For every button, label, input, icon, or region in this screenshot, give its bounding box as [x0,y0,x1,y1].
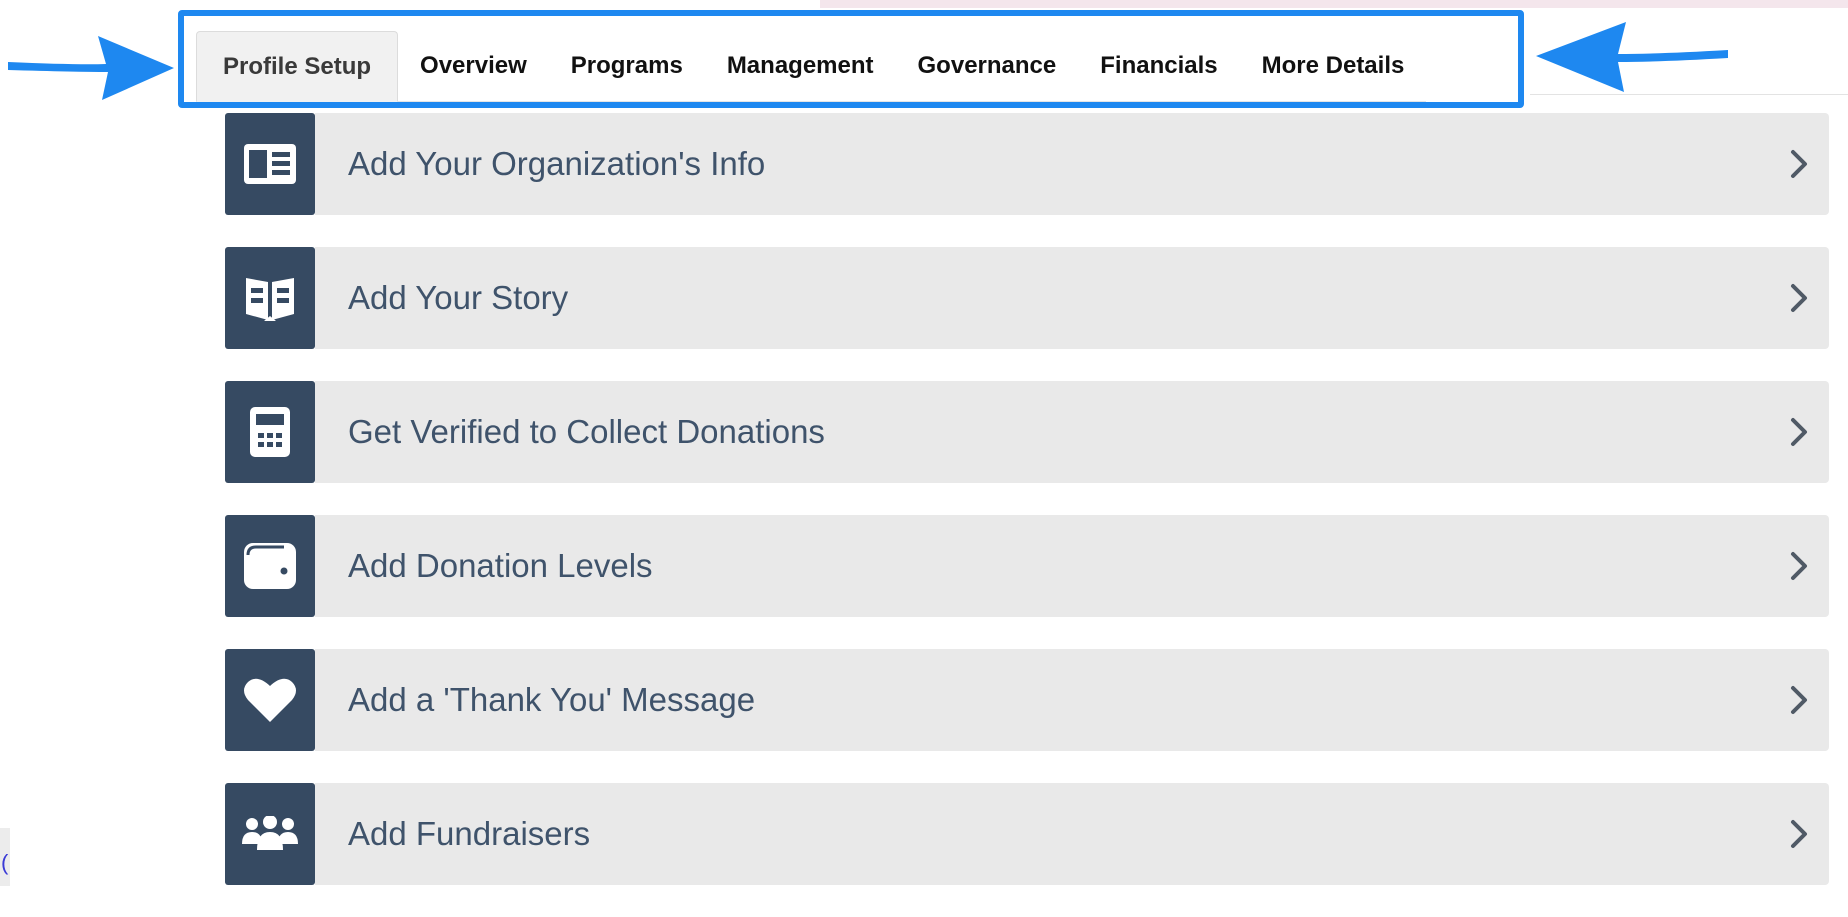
setup-item-donation-levels[interactable]: Add Donation Levels [225,515,1829,617]
setup-item-bar: Add Fundraisers [315,783,1829,885]
chevron-right-icon [1791,418,1807,446]
open-book-icon [225,247,315,349]
setup-item-label: Add Your Organization's Info [348,145,766,182]
left-edge-text: ( [1,850,9,875]
setup-item-label: Add Fundraisers [348,815,591,852]
setup-item-label: Add Your Story [348,279,569,316]
profile-tabs: Profile Setup Overview Programs Manageme… [196,31,1427,102]
tab-governance[interactable]: Governance [895,31,1079,102]
tab-overview[interactable]: Overview [398,31,549,102]
tab-profile-setup[interactable]: Profile Setup [196,31,399,102]
setup-item-bar: Add Your Story [315,247,1829,349]
setup-item-fundraisers[interactable]: Add Fundraisers [225,783,1829,885]
setup-item-story[interactable]: Add Your Story [225,247,1829,349]
setup-item-verify-donations[interactable]: Get Verified to Collect Donations [225,381,1829,483]
setup-item-thank-you-message[interactable]: Add a 'Thank You' Message [225,649,1829,751]
setup-item-bar: Add a 'Thank You' Message [315,649,1829,751]
tab-financials[interactable]: Financials [1078,31,1240,102]
wallet-icon [225,515,315,617]
tabs-highlight-frame: Profile Setup Overview Programs Manageme… [178,10,1524,108]
setup-item-bar: Add Donation Levels [315,515,1829,617]
heart-icon [225,649,315,751]
tab-programs[interactable]: Programs [548,31,705,102]
tab-more-details[interactable]: More Details [1239,31,1427,102]
setup-item-label: Get Verified to Collect Donations [348,413,825,450]
setup-item-bar: Get Verified to Collect Donations [315,381,1829,483]
calculator-icon [225,381,315,483]
setup-item-bar: Add Your Organization's Info [315,113,1829,215]
tab-management[interactable]: Management [704,31,896,102]
chevron-right-icon [1791,284,1807,312]
setup-list: Add Your Organization's Info Add Your St… [225,113,1829,917]
right-annotation-arrow-icon [1536,22,1728,92]
left-annotation-arrow-icon [8,36,174,100]
chevron-right-icon [1791,820,1807,848]
setup-item-label: Add Donation Levels [348,547,653,584]
people-group-icon [225,783,315,885]
chevron-right-icon [1791,552,1807,580]
id-card-icon [225,113,315,215]
setup-item-organization-info[interactable]: Add Your Organization's Info [225,113,1829,215]
setup-item-label: Add a 'Thank You' Message [348,681,756,718]
chevron-right-icon [1791,150,1807,178]
chevron-right-icon [1791,686,1807,714]
top-accent-bar [820,0,1848,8]
